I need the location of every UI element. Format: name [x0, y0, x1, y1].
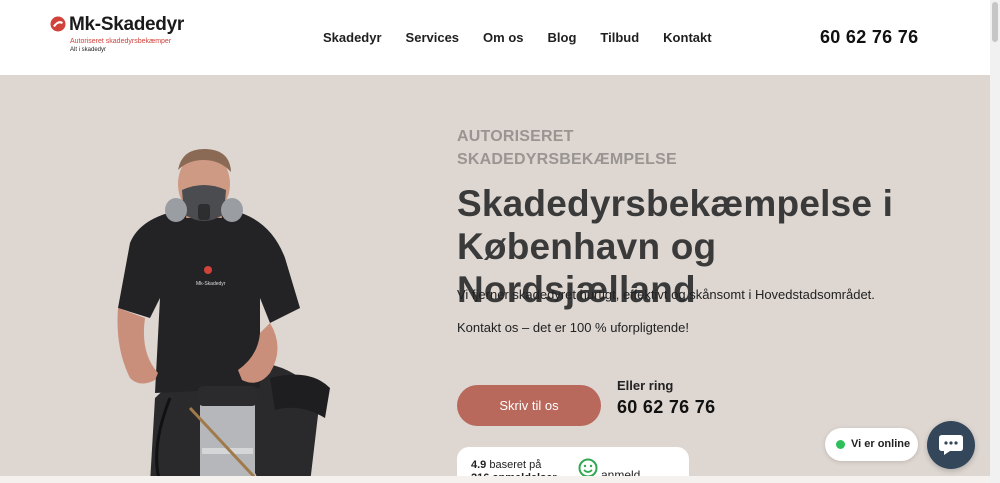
call-label: Eller ring — [617, 378, 674, 393]
logo-name: Mk-Skadedyr — [69, 14, 184, 35]
call-phone-link[interactable]: 60 62 76 76 — [617, 397, 715, 418]
site-logo[interactable]: Mk-Skadedyr Autoriseret skadedyrsbekæmpe… — [50, 12, 190, 60]
nav-item-om-os[interactable]: Om os — [483, 30, 523, 45]
anmeld-smiley-icon — [578, 458, 598, 478]
chat-bubble-icon — [939, 435, 963, 455]
chat-button[interactable] — [927, 421, 975, 469]
main-nav: Skadedyr Services Om os Blog Tilbud Kont… — [323, 30, 736, 45]
site-header: Mk-Skadedyr Autoriseret skadedyrsbekæmpe… — [0, 0, 990, 75]
rating-score-suffix: baseret på — [486, 459, 542, 471]
nav-item-skadedyr[interactable]: Skadedyr — [323, 30, 382, 45]
page-scrollbar[interactable] — [990, 0, 1000, 483]
hero-eyebrow-line1: AUTORISERET — [457, 128, 574, 145]
nav-item-services[interactable]: Services — [406, 30, 460, 45]
shirt-logo-text: Mk-Skadedyr — [196, 281, 226, 287]
logo-mark-icon — [50, 16, 66, 32]
hero-headline-line1: Skadedyrsbekæmpelse i — [457, 183, 894, 224]
hero-bottom-strip — [0, 476, 990, 483]
hero-eyebrow: AUTORISERET SKADEDYRSBEKÆMPELSE — [457, 125, 757, 171]
nav-item-blog[interactable]: Blog — [548, 30, 577, 45]
hero-eyebrow-line2: SKADEDYRSBEKÆMPELSE — [457, 151, 677, 168]
rating-score: 4.9 — [471, 459, 487, 471]
online-status-pill[interactable]: Vi er online — [825, 428, 918, 461]
technician-photo: Mk-Skadedyr — [117, 148, 330, 483]
scrollbar-thumb[interactable] — [992, 2, 998, 42]
hero-lede: Vi fjerner skadedyret hurtigt, effektivt… — [457, 287, 875, 302]
online-status-text: Vi er online — [851, 438, 911, 450]
header-phone-link[interactable]: 60 62 76 76 — [820, 27, 918, 48]
nav-item-kontakt[interactable]: Kontakt — [663, 30, 711, 45]
nav-item-tilbud[interactable]: Tilbud — [600, 30, 639, 45]
logo-subline: Alt i skadedyr — [70, 47, 107, 53]
online-dot-icon — [836, 440, 845, 449]
logo-tagline: Autoriseret skadedyrsbekæmper — [70, 38, 172, 45]
hero-contact-line: Kontakt os – det er 100 % uforpligtende! — [457, 320, 689, 335]
write-to-us-button[interactable]: Skriv til os — [457, 385, 601, 426]
